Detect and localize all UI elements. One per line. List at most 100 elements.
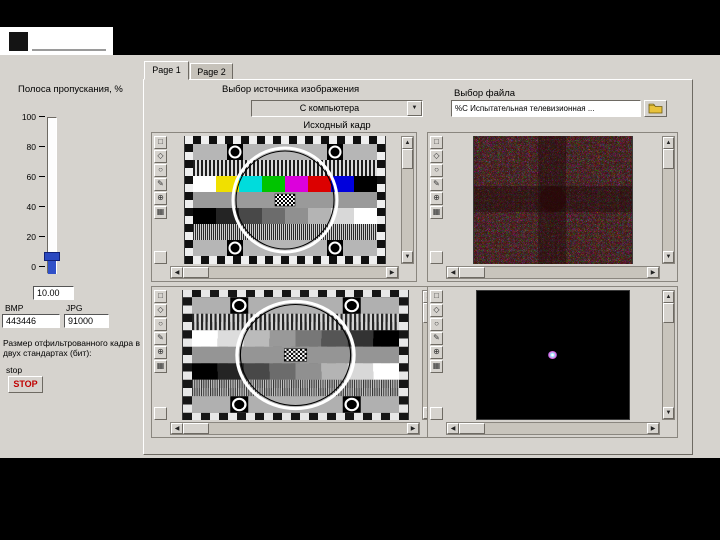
oval-tool-icon[interactable]: ○ [154,318,167,331]
grid-tool-icon[interactable]: ▦ [430,360,443,373]
diamond-tool-icon[interactable]: ◇ [430,304,443,317]
oval-tool-icon[interactable]: ○ [154,164,167,177]
hscroll-thumb[interactable] [183,267,209,278]
vscroll-thumb[interactable] [663,149,674,169]
diamond-tool-icon[interactable]: ◇ [154,150,167,163]
file-select-label: Выбор файла [454,88,516,99]
top-left-area [0,27,113,55]
hscroll-thumb[interactable] [459,267,485,278]
bandwidth-label: Полоса пропускания, % [18,84,123,95]
scroll-left-icon[interactable]: ◀ [447,267,459,278]
horizontal-scrollbar[interactable]: ◀ ▶ [446,422,660,435]
image-tool-palette: □ ◇ ○ ✎ ⊕ ▦ [430,136,445,220]
scroll-right-icon[interactable]: ▶ [386,267,398,278]
spectrum-image-viewer: □ ◇ ○ ✎ ⊕ ▦ ▲ ▼ ◀ ▶ [427,132,678,282]
zoom-tool-icon[interactable]: ⊕ [430,192,443,205]
source-dropdown[interactable]: С компьютера ▼ [251,100,423,117]
slider-tick-100: 100 [12,112,45,122]
hscroll-thumb[interactable] [183,423,209,434]
oval-tool-icon[interactable]: ○ [430,164,443,177]
select-tool-icon[interactable]: □ [154,136,167,149]
scroll-down-icon[interactable]: ▼ [402,251,413,263]
select-tool-icon[interactable]: □ [430,136,443,149]
extra-tool-button[interactable] [430,251,443,264]
zoom-tool-icon[interactable]: ⊕ [154,346,167,359]
filtered-image-viewer: □ ◇ ○ ✎ ⊕ ▦ ◀ ▶ [151,286,438,438]
source-select-label: Выбор источника изображения [222,84,360,95]
bmp-label: BMP [5,303,24,313]
filtered-spectrum-area[interactable] [446,290,660,420]
scroll-up-icon[interactable]: ▲ [402,137,413,149]
bandwidth-slider-thumb[interactable] [44,252,60,261]
horizontal-scrollbar[interactable]: ◀ ▶ [170,266,399,279]
extra-tool-button[interactable] [430,407,443,420]
filtered-spectrum-image[interactable] [476,290,630,420]
image-tool-palette: □ ◇ ○ ✎ ⊕ ▦ [430,290,445,374]
zoom-tool-icon[interactable]: ⊕ [154,192,167,205]
vertical-scrollbar[interactable]: ▲ ▼ [662,290,675,420]
oval-tool-icon[interactable]: ○ [430,318,443,331]
spectrum-image-area[interactable] [446,136,660,264]
extra-tool-button[interactable] [154,407,167,420]
bandwidth-slider-track[interactable] [47,117,57,274]
select-tool-icon[interactable]: □ [154,290,167,303]
zoom-tool-icon[interactable]: ⊕ [430,346,443,359]
slider-tick-60: 60 [12,172,45,182]
grid-tool-icon[interactable]: ▦ [430,206,443,219]
source-image-viewer: □ ◇ ○ ✎ ⊕ ▦ ▲ ▼ ◀ ▶ [151,132,417,282]
jpg-label: JPG [66,303,83,313]
tab-page-2[interactable]: Page 2 [190,63,233,80]
stop-button[interactable]: STOP [8,376,43,393]
pen-tool-icon[interactable]: ✎ [154,332,167,345]
slider-tick-0: 0 [12,262,45,272]
pen-tool-icon[interactable]: ✎ [430,332,443,345]
slider-tick-20: 20 [12,232,45,242]
folder-icon [648,103,663,114]
scroll-right-icon[interactable]: ▶ [647,267,659,278]
select-tool-icon[interactable]: □ [430,290,443,303]
slider-tick-80: 80 [12,142,45,152]
grid-tool-icon[interactable]: ▦ [154,360,167,373]
extra-tool-button[interactable] [154,251,167,264]
vertical-scrollbar[interactable]: ▲ ▼ [401,136,414,264]
source-dropdown-value[interactable]: С компьютера [252,101,407,116]
diamond-tool-icon[interactable]: ◇ [154,304,167,317]
chevron-down-icon[interactable]: ▼ [407,101,422,116]
pen-tool-icon[interactable]: ✎ [154,178,167,191]
scroll-down-icon[interactable]: ▼ [663,407,674,419]
scroll-left-icon[interactable]: ◀ [171,423,183,434]
scroll-right-icon[interactable]: ▶ [407,423,419,434]
image-tool-palette: □ ◇ ○ ✎ ⊕ ▦ [154,136,169,220]
bandwidth-value-field[interactable]: 10.00 [33,286,74,300]
filtered-image-area[interactable] [170,290,420,420]
horizontal-scrollbar[interactable]: ◀ ▶ [446,266,660,279]
browse-button[interactable] [644,100,667,117]
stop-label: stop [6,365,23,375]
horizontal-scrollbar[interactable]: ◀ ▶ [170,422,420,435]
scroll-down-icon[interactable]: ▼ [663,251,674,263]
hscroll-thumb[interactable] [459,423,485,434]
pen-tool-icon[interactable]: ✎ [430,178,443,191]
scroll-left-icon[interactable]: ◀ [171,267,183,278]
scroll-right-icon[interactable]: ▶ [647,423,659,434]
source-image-area[interactable] [170,136,399,264]
noise-spectrum-image[interactable] [473,136,633,264]
diamond-tool-icon[interactable]: ◇ [430,150,443,163]
scroll-up-icon[interactable]: ▲ [663,291,674,303]
vscroll-thumb[interactable] [663,303,674,323]
tab-page-1[interactable]: Page 1 [144,61,189,80]
scroll-up-icon[interactable]: ▲ [663,137,674,149]
source-frame-label: Исходный кадр [303,120,371,131]
test-card-gray-image[interactable] [181,290,409,420]
filtered-spectrum-viewer: □ ◇ ○ ✎ ⊕ ▦ ▲ ▼ ◀ ▶ [427,286,678,438]
frame-size-caption: Размер отфильтрованного кадра в двух ста… [3,338,141,359]
grid-tool-icon[interactable]: ▦ [154,206,167,219]
image-tool-palette: □ ◇ ○ ✎ ⊕ ▦ [154,290,169,374]
bmp-size-field: 443446 [2,314,60,328]
window-icon [9,32,28,51]
test-card-color-image[interactable] [183,136,386,264]
file-path-field[interactable]: %С Испытательная телевизионная ... [451,100,641,117]
scroll-left-icon[interactable]: ◀ [447,423,459,434]
vscroll-thumb[interactable] [402,149,413,169]
vertical-scrollbar[interactable]: ▲ ▼ [662,136,675,264]
